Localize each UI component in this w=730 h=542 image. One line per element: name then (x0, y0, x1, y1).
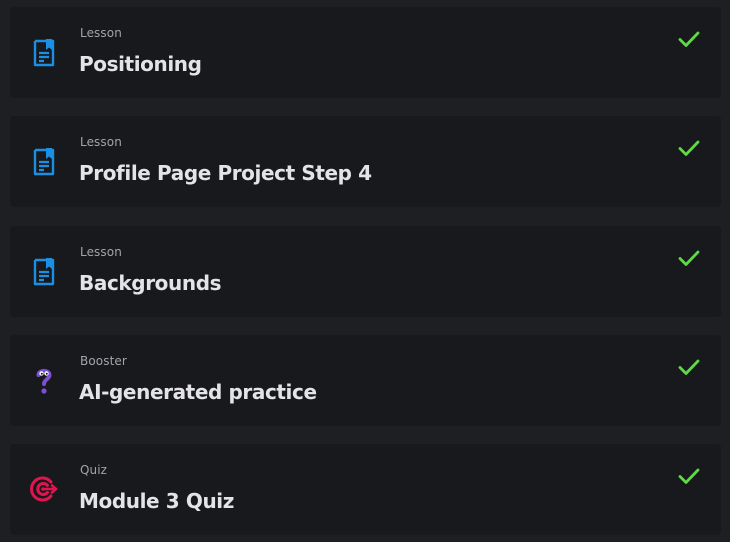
item-kind-label: Quiz (80, 463, 108, 477)
module-item-profile-page-project-step-4[interactable]: Lesson Profile Page Project Step 4 (10, 116, 721, 207)
check-icon (677, 464, 701, 488)
module-item-backgrounds[interactable]: Lesson Backgrounds (10, 226, 721, 317)
check-icon (677, 246, 701, 270)
item-kind-label: Lesson (80, 26, 122, 40)
target-icon (29, 474, 59, 504)
lesson-doc-icon (29, 146, 59, 176)
check-icon (677, 355, 701, 379)
item-title: Positioning (79, 52, 202, 76)
check-icon (677, 27, 701, 51)
item-title: Backgrounds (79, 271, 222, 295)
item-kind-label: Lesson (80, 245, 122, 259)
item-kind-label: Lesson (80, 135, 122, 149)
lesson-doc-icon (29, 37, 59, 67)
question-mark-icon (29, 365, 59, 395)
lesson-doc-icon (29, 256, 59, 286)
module-item-positioning[interactable]: Lesson Positioning (10, 7, 721, 98)
item-title: AI-generated practice (79, 380, 317, 404)
item-title: Module 3 Quiz (79, 489, 234, 513)
module-item-ai-generated-practice[interactable]: Booster AI-generated practice (10, 335, 721, 426)
item-title: Profile Page Project Step 4 (79, 161, 372, 185)
module-item-module-3-quiz[interactable]: Quiz Module 3 Quiz (10, 444, 721, 535)
module-item-list: Lesson Positioning Lesson Profile Page P… (0, 0, 730, 542)
check-icon (677, 136, 701, 160)
item-kind-label: Booster (80, 354, 127, 368)
